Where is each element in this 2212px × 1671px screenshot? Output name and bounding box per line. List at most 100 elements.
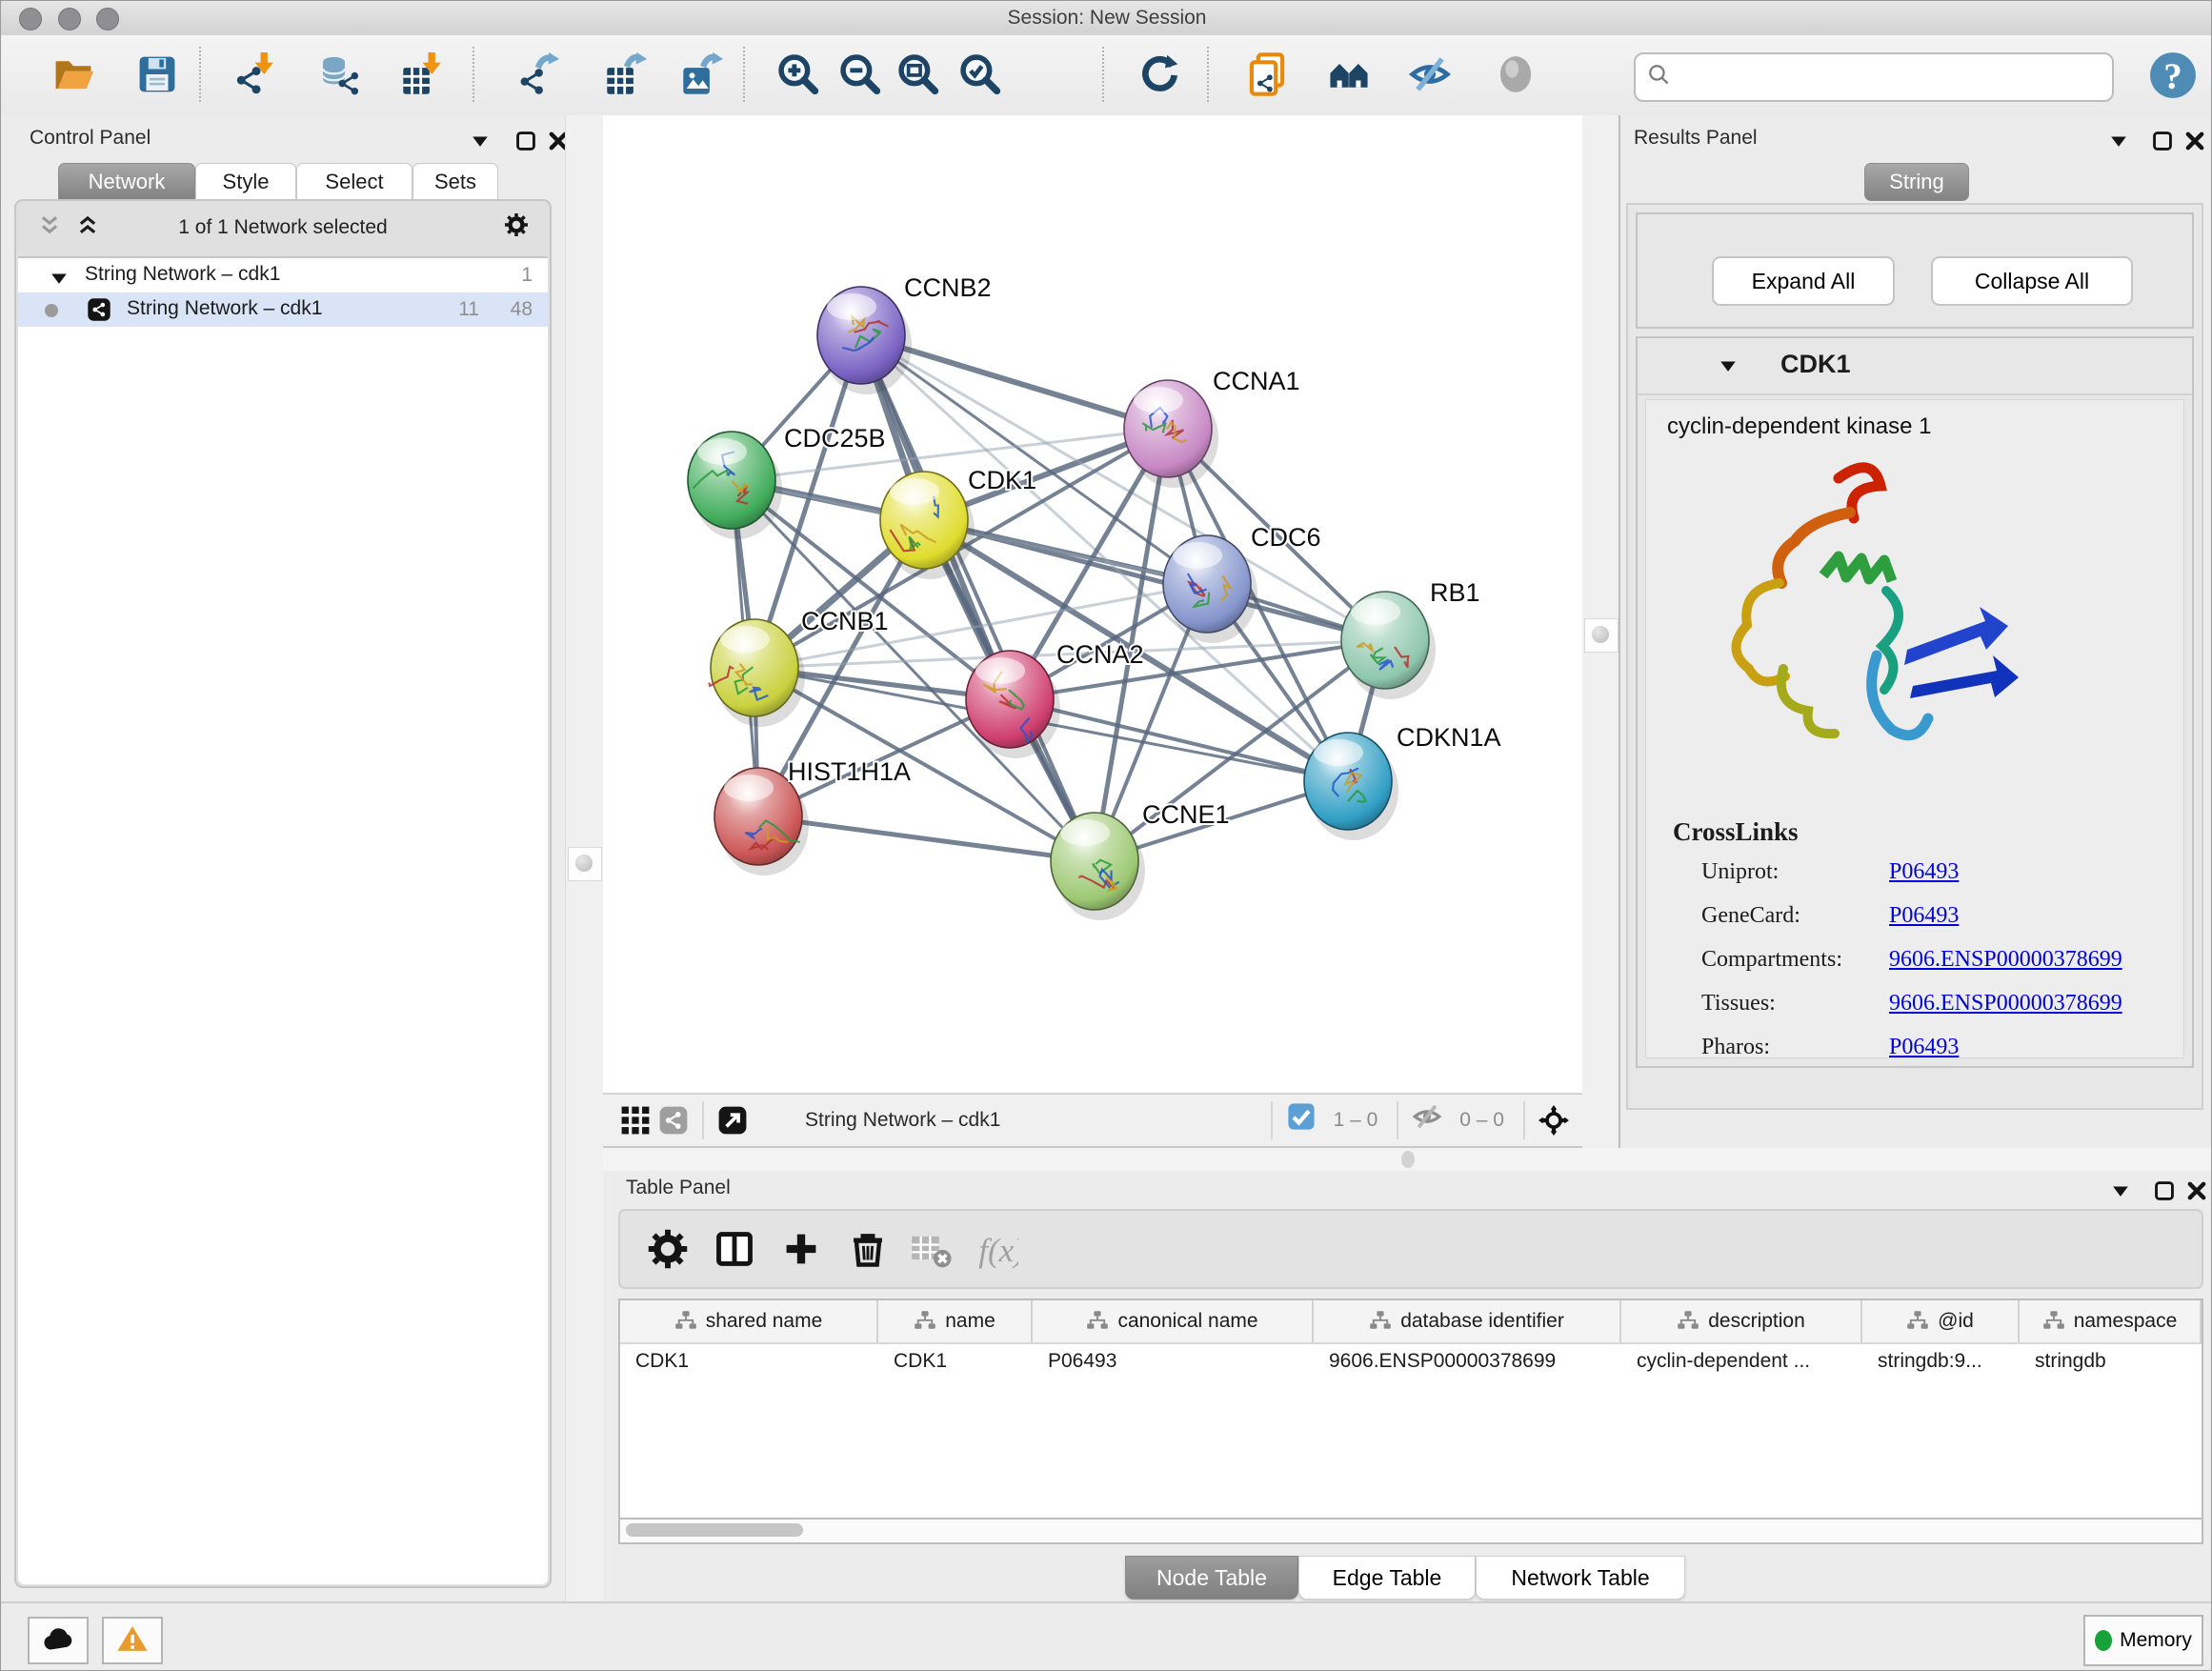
crosslink-link[interactable]: P06493 — [1889, 903, 1959, 929]
refresh-icon — [1137, 52, 1181, 96]
fx-icon: f(x) — [976, 1258, 1018, 1273]
crosslink-label: Compartments: — [1701, 947, 1842, 973]
search-input[interactable] — [1679, 57, 2112, 97]
show-hidden-button[interactable] — [1490, 49, 1541, 100]
tab-network[interactable]: Network — [58, 163, 195, 201]
hidden-eye-icon[interactable] — [1408, 1097, 1454, 1143]
table-hscrollbar[interactable] — [618, 1520, 2203, 1544]
table-panel-float-button[interactable] — [2108, 1178, 2133, 1203]
right-splitter[interactable] — [1582, 115, 1620, 1148]
zoom-selected-button[interactable] — [955, 49, 1006, 100]
table-row[interactable]: CDK1CDK1P064939606.ENSP00000378699cyclin… — [620, 1344, 2202, 1380]
export-network-button[interactable] — [513, 49, 565, 100]
table-panel-maximize-button[interactable] — [2152, 1178, 2177, 1203]
import-database-button[interactable] — [313, 49, 365, 100]
horizontal-splitter-handle[interactable] — [1401, 1151, 1415, 1168]
tab-network-table[interactable]: Network Table — [1476, 1556, 1685, 1600]
tab-sets[interactable]: Sets — [412, 163, 498, 201]
results-panel-float-button[interactable] — [2106, 129, 2131, 153]
save-icon — [135, 52, 179, 96]
section-expander-icon[interactable] — [1716, 353, 1740, 378]
zoom-fit-button[interactable] — [893, 49, 944, 100]
zoom-in-icon — [776, 52, 820, 96]
columns-button[interactable] — [712, 1226, 757, 1272]
column-header--id[interactable]: @id — [1862, 1300, 2020, 1342]
duplicate-network-button[interactable] — [1241, 49, 1293, 100]
expand-all-button[interactable]: Expand All — [1712, 256, 1895, 306]
results-panel-close-button[interactable] — [2182, 129, 2207, 153]
badge-share-icon — [87, 305, 111, 327]
column-header-description[interactable]: description — [1621, 1300, 1862, 1342]
hidden-count: 0 – 0 — [1459, 1109, 1504, 1132]
crosslink-link[interactable]: P06493 — [1889, 1035, 1959, 1060]
network-node-CCNE1[interactable] — [1051, 813, 1145, 920]
open-in-icon — [717, 1105, 748, 1136]
birdseye-toggle-button[interactable] — [1535, 1101, 1573, 1139]
left-splitter-handle[interactable] — [568, 847, 602, 881]
crosslink-label: Uniprot: — [1701, 859, 1779, 885]
network-list-options-button[interactable] — [504, 212, 529, 237]
export-image-button[interactable] — [677, 49, 729, 100]
refresh-button[interactable] — [1134, 49, 1185, 100]
collapse-all-button[interactable]: Collapse All — [1931, 256, 2133, 306]
column-header-canonical-name[interactable]: canonical name — [1033, 1300, 1314, 1342]
first-neighbors-button[interactable] — [1323, 49, 1375, 100]
network-node-CDC25B[interactable] — [688, 432, 782, 539]
import-table-button[interactable] — [397, 49, 449, 100]
zoom-out-button[interactable] — [835, 49, 886, 100]
memory-button[interactable]: Memory — [2083, 1615, 2203, 1666]
control-panel-maximize-button[interactable] — [513, 129, 538, 153]
network-node-CCNA1[interactable] — [1124, 380, 1218, 488]
right-splitter-handle[interactable] — [1584, 618, 1619, 653]
network-row[interactable]: String Network – cdk1 11 48 — [18, 292, 548, 327]
collection-expander-icon[interactable] — [47, 266, 68, 287]
column-header-database-identifier[interactable]: database identifier — [1314, 1300, 1621, 1342]
tab-select[interactable]: Select — [296, 163, 412, 201]
zoom-in-button[interactable] — [773, 49, 824, 100]
export-table-button[interactable] — [601, 49, 653, 100]
tab-edge-table[interactable]: Edge Table — [1298, 1556, 1476, 1600]
column-header-name[interactable]: name — [878, 1300, 1033, 1342]
tab-string[interactable]: String — [1864, 163, 1969, 201]
network-node-RB1[interactable] — [1341, 592, 1436, 699]
horizontal-splitter[interactable] — [603, 1148, 2212, 1171]
table-panel-close-button[interactable] — [2184, 1178, 2209, 1203]
control-panel-float-button[interactable] — [468, 129, 493, 153]
crosslink-link[interactable]: 9606.ENSP00000378699 — [1889, 991, 2122, 1017]
add-button[interactable] — [778, 1226, 824, 1272]
network-collection-row[interactable]: String Network – cdk1 1 — [18, 258, 548, 292]
hide-selected-button[interactable] — [1404, 49, 1456, 100]
save-button[interactable] — [131, 49, 183, 100]
svg-text:f(x): f(x) — [978, 1232, 1018, 1269]
column-header-namespace[interactable]: namespace — [2020, 1300, 2202, 1342]
grid-view-button[interactable] — [616, 1101, 654, 1139]
network-view[interactable]: CCNB2CCNA1CDC25BCDK1CDC6RB1CCNB1CCNA2CDK… — [603, 115, 1582, 1094]
column-header-shared-name[interactable]: shared name — [620, 1300, 878, 1342]
network-overview-button[interactable] — [654, 1101, 693, 1139]
network-node-CCNB2[interactable] — [817, 287, 912, 394]
table-hscrollbar-thumb[interactable] — [626, 1523, 803, 1537]
warnings-button[interactable] — [102, 1617, 163, 1664]
gear-button[interactable] — [645, 1226, 691, 1272]
help-button[interactable]: ? — [2148, 50, 2198, 100]
zoom-out-icon — [838, 52, 882, 96]
crosslink-link[interactable]: P06493 — [1889, 859, 1959, 885]
node-section-header[interactable]: CDK1 — [1638, 338, 2192, 395]
tab-node-table[interactable]: Node Table — [1125, 1556, 1298, 1600]
detach-view-button[interactable] — [714, 1101, 752, 1139]
trash-button[interactable] — [845, 1226, 891, 1272]
crosslink-link[interactable]: 9606.ENSP00000378699 — [1889, 947, 2122, 973]
network-node-CDC6[interactable] — [1163, 535, 1257, 643]
results-panel-maximize-button[interactable] — [2150, 129, 2175, 153]
left-splitter[interactable] — [565, 115, 604, 1601]
network-edge-HIST1H1A-CCNE1[interactable] — [758, 816, 1095, 861]
open-folder-button[interactable] — [48, 49, 99, 100]
cloud-status-button[interactable] — [28, 1617, 89, 1664]
zoom-fit-icon — [896, 52, 940, 96]
selected-checkbox-icon[interactable] — [1282, 1097, 1328, 1143]
network-node-CDKN1A[interactable] — [1304, 733, 1398, 840]
first-neighbors-icon — [1327, 52, 1371, 96]
tab-style[interactable]: Style — [195, 163, 296, 201]
network-node-CDK1[interactable] — [880, 472, 975, 579]
import-network-button[interactable] — [230, 49, 281, 100]
